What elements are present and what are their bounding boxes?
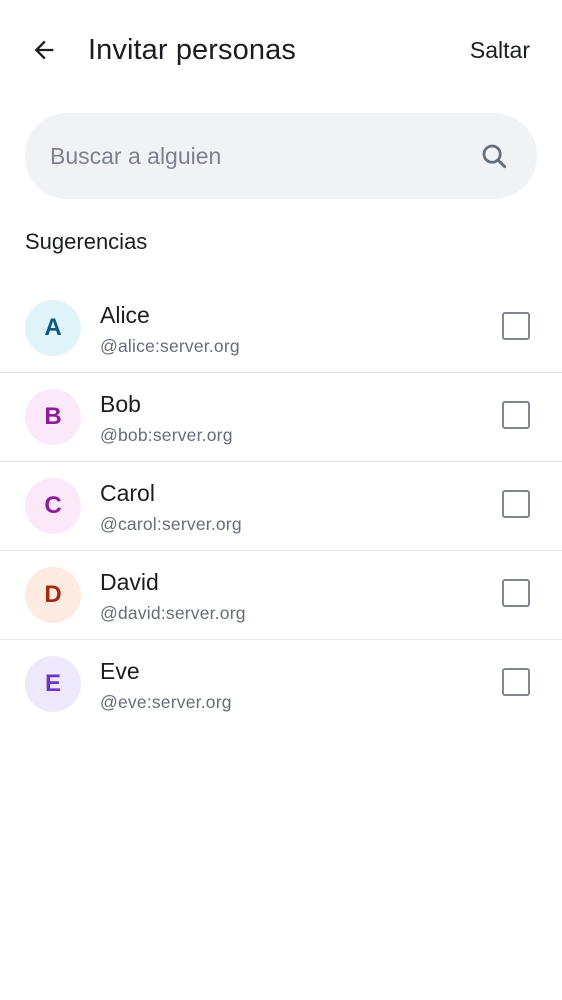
list-item[interactable]: A Alice @alice:server.org <box>0 284 562 373</box>
user-id: @bob:server.org <box>100 425 233 445</box>
user-name: Alice <box>100 302 150 328</box>
list-item[interactable]: E Eve @eve:server.org <box>0 640 562 728</box>
top-app-bar: Invitar personas Saltar <box>0 0 562 100</box>
search-bar[interactable] <box>25 113 537 199</box>
user-id: @carol:server.org <box>100 514 242 534</box>
user-id: @eve:server.org <box>100 692 232 712</box>
search-input[interactable] <box>50 113 450 199</box>
user-name: Carol <box>100 480 155 506</box>
select-checkbox[interactable] <box>502 312 530 340</box>
arrow-left-icon <box>34 40 54 60</box>
suggestions-list: A Alice @alice:server.org B Bob @bob:ser… <box>0 284 562 728</box>
select-checkbox[interactable] <box>502 401 530 429</box>
page-title: Invitar personas <box>88 34 296 66</box>
list-item[interactable]: C Carol @carol:server.org <box>0 462 562 551</box>
avatar: C <box>25 478 81 534</box>
select-checkbox[interactable] <box>502 579 530 607</box>
select-checkbox[interactable] <box>502 668 530 696</box>
user-name: Eve <box>100 658 140 684</box>
user-name: Bob <box>100 391 141 417</box>
search-icon[interactable] <box>479 141 509 171</box>
user-id: @alice:server.org <box>100 336 240 356</box>
user-name: David <box>100 569 159 595</box>
user-id: @david:server.org <box>100 603 246 623</box>
suggestions-heading: Sugerencias <box>25 229 148 254</box>
avatar: A <box>25 300 81 356</box>
back-button[interactable] <box>22 28 66 72</box>
select-checkbox[interactable] <box>502 490 530 518</box>
avatar: B <box>25 389 81 445</box>
skip-button[interactable]: Saltar <box>470 32 530 68</box>
avatar: E <box>25 656 81 712</box>
list-item[interactable]: D David @david:server.org <box>0 551 562 640</box>
avatar: D <box>25 567 81 623</box>
list-item[interactable]: B Bob @bob:server.org <box>0 373 562 462</box>
